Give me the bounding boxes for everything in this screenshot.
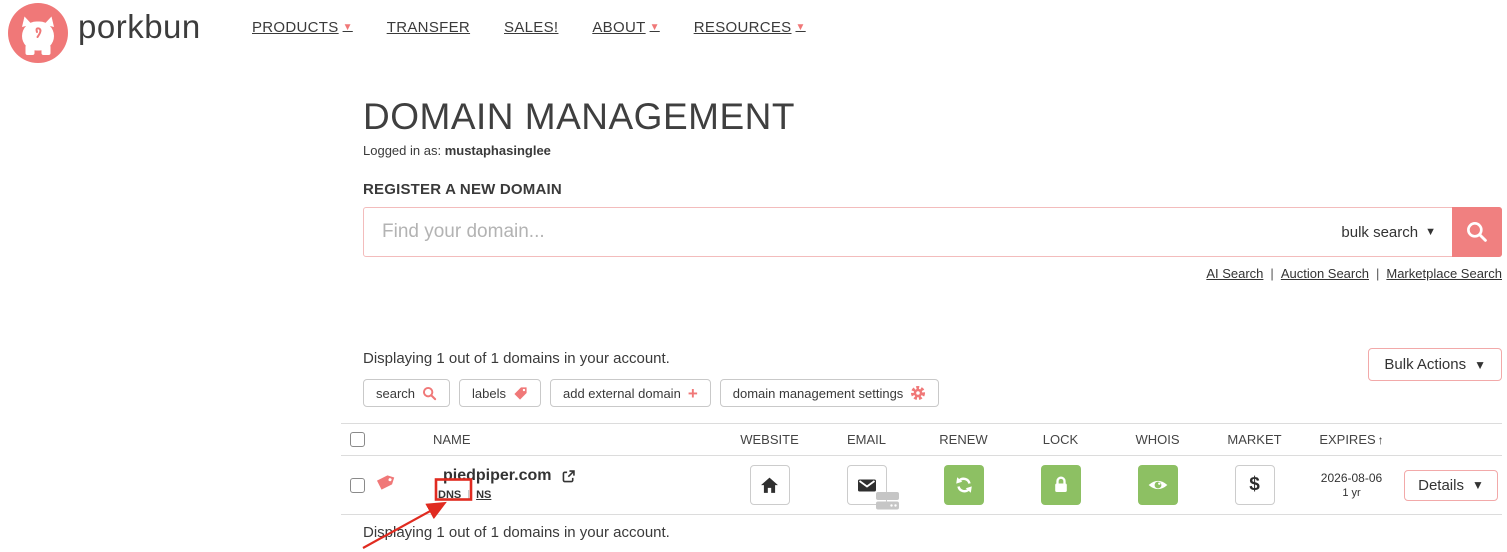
search-domains-button[interactable]: search	[363, 379, 450, 407]
sort-ascending-icon: ↑	[1378, 433, 1384, 447]
separator: |	[467, 489, 470, 501]
domain-settings-button[interactable]: domain management settings	[720, 379, 940, 407]
add-external-domain-label: add external domain	[563, 386, 681, 401]
bulk-search-toggle[interactable]: bulk search ▼	[1341, 207, 1436, 257]
plus-icon: +	[688, 385, 698, 402]
col-header-whois: WHOIS	[1109, 432, 1206, 447]
col-header-email: EMAIL	[818, 432, 915, 447]
chevron-down-icon: ▼	[1472, 478, 1484, 492]
select-all-checkbox[interactable]	[350, 432, 365, 447]
marketplace-search-link[interactable]: Marketplace Search	[1386, 266, 1502, 281]
dollar-icon: $	[1249, 474, 1260, 496]
domains-table: NAME WEBSITE EMAIL RENEW LOCK WHOIS MARK…	[341, 423, 1502, 515]
chevron-down-icon: ▼	[1425, 226, 1436, 238]
bulk-actions-button[interactable]: Bulk Actions ▼	[1368, 348, 1502, 381]
nav-resources-label: RESOURCES	[694, 19, 792, 36]
domain-toolbar: search labels add external domain + doma…	[363, 379, 939, 407]
search-label: search	[376, 386, 415, 401]
pig-icon	[8, 3, 68, 63]
refresh-icon	[954, 475, 974, 495]
ns-link[interactable]: NS	[476, 489, 491, 501]
envelope-icon	[856, 476, 878, 494]
porkbun-logo[interactable]	[8, 3, 68, 63]
main-nav: PRODUCTS ▼ TRANSFER SALES! ABOUT ▼ RESOURC…	[252, 19, 806, 36]
col-header-market: MARKET	[1206, 432, 1303, 447]
expires-sort-control[interactable]: EXPIRES ↑	[1319, 432, 1383, 447]
col-header-name: NAME	[373, 432, 721, 447]
ai-search-link[interactable]: AI Search	[1206, 266, 1263, 281]
col-header-renew: RENEW	[915, 432, 1012, 447]
table-header-row: NAME WEBSITE EMAIL RENEW LOCK WHOIS MARK…	[341, 423, 1502, 456]
domain-search-bar: bulk search ▼	[363, 207, 1502, 257]
dns-link[interactable]: DNS	[438, 489, 461, 501]
nav-transfer[interactable]: TRANSFER	[387, 19, 470, 36]
domain-settings-label: domain management settings	[733, 386, 904, 401]
gear-icon	[910, 385, 926, 401]
nav-products-label: PRODUCTS	[252, 19, 339, 36]
email-servers-icon	[875, 491, 900, 515]
labels-button[interactable]: labels	[459, 379, 541, 407]
renew-button[interactable]	[944, 465, 984, 505]
lock-icon	[1051, 475, 1071, 495]
eye-icon	[1147, 474, 1169, 496]
search-icon	[1465, 220, 1489, 244]
whois-button[interactable]	[1138, 465, 1178, 505]
add-external-domain-button[interactable]: add external domain +	[550, 379, 711, 407]
expires-cell: 2026-08-06 1 yr	[1303, 471, 1400, 499]
bulk-actions-label: Bulk Actions	[1384, 356, 1466, 373]
email-button[interactable]	[847, 465, 887, 505]
labels-label: labels	[472, 386, 506, 401]
chevron-down-icon: ▼	[1474, 358, 1486, 372]
details-label: Details	[1418, 477, 1464, 494]
domain-count-text-bottom: Displaying 1 out of 1 domains in your ac…	[363, 524, 670, 541]
nav-about-label: ABOUT	[592, 19, 645, 36]
brand-name[interactable]: porkbun	[78, 8, 201, 46]
nav-sales-label: SALES!	[504, 19, 558, 36]
domain-quick-links: DNS | NS	[438, 489, 576, 501]
nav-sales[interactable]: SALES!	[504, 19, 558, 36]
logged-in-status: Logged in as: mustaphasinglee	[363, 143, 551, 158]
expires-header-label: EXPIRES	[1319, 432, 1375, 447]
domain-name-cell: piedpiper.com DNS | NS	[373, 467, 721, 503]
chevron-down-icon: ▼	[343, 22, 353, 33]
bulk-search-label: bulk search	[1341, 224, 1418, 241]
tag-icon	[513, 386, 528, 401]
house-icon	[760, 476, 779, 495]
market-button[interactable]: $	[1235, 465, 1275, 505]
col-header-expires: EXPIRES ↑	[1303, 432, 1400, 447]
domain-row: piedpiper.com DNS | NS	[341, 456, 1502, 515]
alt-search-links: AI Search | Auction Search | Marketplace Sea…	[363, 266, 1502, 281]
expires-date: 2026-08-06	[1321, 471, 1382, 485]
expires-term: 1 yr	[1342, 487, 1360, 499]
tag-icon[interactable]	[375, 473, 394, 497]
nav-products[interactable]: PRODUCTS ▼	[252, 19, 353, 36]
nav-resources[interactable]: RESOURCES▼	[694, 19, 806, 36]
separator: |	[1376, 266, 1379, 281]
nav-about[interactable]: ABOUT ▼	[592, 19, 659, 36]
page-title: DOMAIN MANAGEMENT	[363, 96, 795, 138]
external-link-icon[interactable]	[561, 469, 576, 484]
domain-name: piedpiper.com	[443, 467, 551, 485]
search-icon	[422, 386, 437, 401]
auction-search-link[interactable]: Auction Search	[1281, 266, 1369, 281]
website-button[interactable]	[750, 465, 790, 505]
chevron-down-icon: ▼	[795, 22, 805, 33]
chevron-down-icon: ▼	[650, 22, 660, 33]
row-checkbox[interactable]	[350, 478, 365, 493]
col-header-lock: LOCK	[1012, 432, 1109, 447]
lock-button[interactable]	[1041, 465, 1081, 505]
domain-count-text-top: Displaying 1 out of 1 domains in your ac…	[363, 350, 670, 367]
domain-search-input[interactable]	[363, 207, 1502, 257]
details-button[interactable]: Details ▼	[1404, 470, 1498, 501]
search-submit-button[interactable]	[1452, 207, 1502, 257]
col-header-website: WEBSITE	[721, 432, 818, 447]
logged-in-username: mustaphasinglee	[445, 143, 551, 158]
separator: |	[1270, 266, 1273, 281]
nav-transfer-label: TRANSFER	[387, 19, 470, 36]
register-domain-heading: REGISTER A NEW DOMAIN	[363, 181, 562, 198]
logged-in-prefix: Logged in as:	[363, 143, 441, 158]
